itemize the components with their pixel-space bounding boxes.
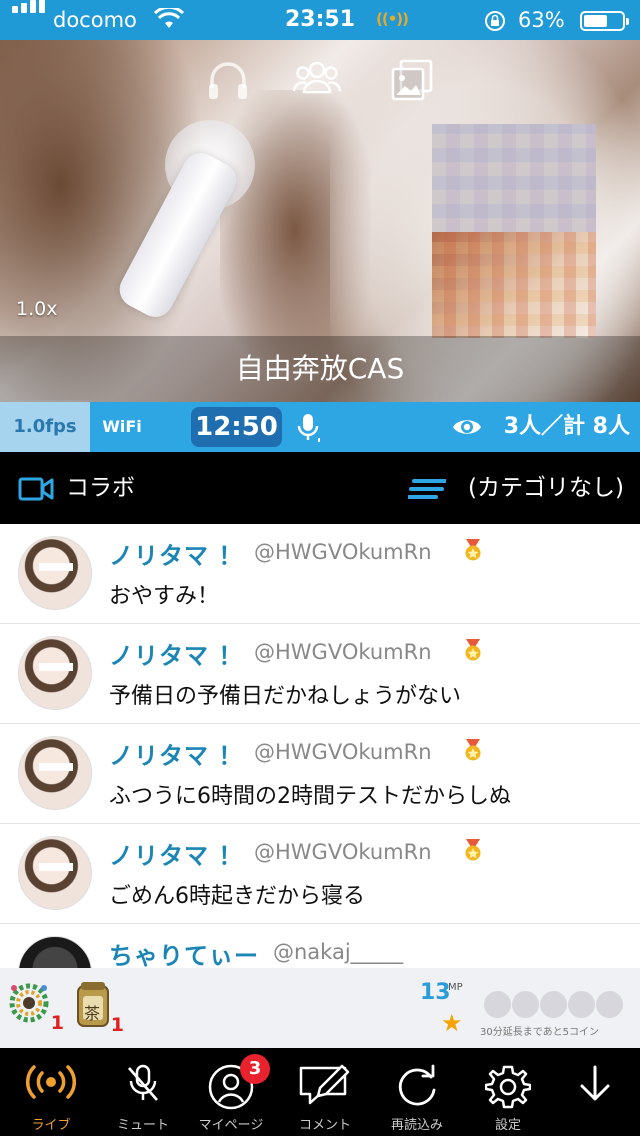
gift-item[interactable]: 1 <box>6 980 64 1034</box>
coin-slot <box>484 991 511 1018</box>
notification-badge: 3 <box>240 1054 270 1084</box>
comment-text: ふつうに6時間の2時間テストだからしぬ <box>109 784 511 809</box>
comment-handle: @HWGVOkumRn <box>254 640 432 664</box>
live-broadcast-icon <box>26 1065 76 1099</box>
broadcast-info-bar: 1.0fps WiFi 12:50 3人／計 8人 <box>0 402 640 452</box>
gear-icon <box>485 1065 531 1109</box>
zoom-level: 1.0x <box>16 298 58 320</box>
avatar[interactable] <box>18 936 92 968</box>
avatar[interactable] <box>18 736 92 810</box>
live-video[interactable]: 1.0x 自由奔放CAS <box>0 40 640 402</box>
comment-edit-icon <box>299 1064 350 1105</box>
coin-extension-note: 30分延長まであと5コイン <box>480 1027 599 1038</box>
gift-count: 1 <box>50 1012 64 1034</box>
battery-percent: 63% <box>518 8 565 32</box>
comment-author[interactable]: ノリタマ ！ <box>109 836 243 871</box>
rotation-lock-icon <box>485 11 505 31</box>
coin-slot <box>596 991 623 1018</box>
wreath-gift-icon <box>9 983 49 1023</box>
medal-badge-icon <box>465 839 481 861</box>
tab-label: ミュート <box>116 1118 169 1133</box>
tab-label: 設定 <box>494 1118 521 1133</box>
broadcast-timer[interactable]: 12:50 <box>191 407 282 447</box>
star-icon[interactable]: ★ <box>441 1009 463 1037</box>
tab-scroll-down[interactable] <box>550 1048 640 1136</box>
battery-icon <box>580 11 629 31</box>
viewer-count: 3人／計 8人 <box>503 414 630 439</box>
comment-handle: @HWGVOkumRn <box>254 840 432 864</box>
tab-comment[interactable]: コメント <box>280 1048 370 1136</box>
status-bar: docomo 23:51 ((•)) 63% <box>0 0 640 40</box>
category-list-icon[interactable] <box>408 478 446 500</box>
comment-handle: @HWGVOkumRn <box>254 540 432 564</box>
category-selector[interactable]: (カテゴリなし) <box>468 452 624 524</box>
mp-label: MP <box>448 982 463 993</box>
comment-item[interactable]: ノリタマ ！ @HWGVOkumRn ごめん6時起きだから寝る <box>0 824 640 924</box>
tab-live[interactable]: ライブ <box>6 1048 96 1136</box>
microphone-icon[interactable] <box>296 413 320 443</box>
comment-author[interactable]: ちゃりてぃー <box>109 936 259 968</box>
tab-reload[interactable]: 再読込み <box>372 1048 462 1136</box>
comment-list[interactable]: ノリタマ ！ @HWGVOkumRn おやすみ！ ノリタマ ！ @HWGVOku… <box>0 524 640 968</box>
tab-label: 再読込み <box>390 1118 443 1133</box>
coin-slot <box>512 991 539 1018</box>
avatar[interactable] <box>18 836 92 910</box>
comment-text: おやすみ！ <box>109 584 220 609</box>
photos-icon[interactable] <box>390 58 434 102</box>
broadcast-title: 自由奔放CAS <box>0 336 640 402</box>
collab-preview-video[interactable] <box>432 124 596 232</box>
collab-preview-video[interactable] <box>432 232 596 338</box>
tab-label: マイページ <box>198 1118 264 1133</box>
video-camera-icon[interactable] <box>18 477 54 501</box>
arrow-down-icon <box>580 1065 610 1101</box>
tab-label: ライブ <box>31 1118 71 1133</box>
viewers-eye-icon <box>453 420 481 434</box>
gift-count: 1 <box>110 1014 124 1036</box>
tab-mypage[interactable]: 3 マイページ <box>186 1048 276 1136</box>
tab-mute[interactable]: ミュート <box>98 1048 188 1136</box>
group-users-icon[interactable] <box>292 58 342 98</box>
comment-author[interactable]: ノリタマ ！ <box>109 736 243 771</box>
avatar[interactable] <box>18 636 92 710</box>
comment-item[interactable]: ノリタマ ！ @HWGVOkumRn 予備日の予備日だかねしょうがない <box>0 624 640 724</box>
medal-badge-icon <box>465 739 481 761</box>
mic-muted-icon <box>127 1064 159 1101</box>
comment-item[interactable]: ちゃりてぃー @nakaj_____ <box>0 924 640 968</box>
tab-label: コメント <box>298 1118 351 1133</box>
collab-category-bar: コラボ (カテゴリなし) <box>0 452 640 524</box>
coin-slot <box>540 991 567 1018</box>
fps-indicator: 1.0fps <box>0 402 90 452</box>
coin-progress <box>484 991 624 1022</box>
tea-gift-label: 茶 <box>84 1004 101 1023</box>
gift-item[interactable]: 茶 1 <box>74 980 124 1036</box>
medal-badge-icon <box>465 539 481 561</box>
bottom-tab-bar: ライブ ミュート 3 マイページ コメント 再読込み 設定 <box>0 1048 640 1136</box>
network-type: WiFi <box>102 417 142 436</box>
comment-handle: @HWGVOkumRn <box>254 740 432 764</box>
gift-bar: 1 茶 1 13 MP ★ 30分延長まであと5コイン <box>0 968 640 1048</box>
comment-author[interactable]: ノリタマ ！ <box>109 536 243 571</box>
mp-value: 13 <box>420 980 451 1005</box>
comment-text: 予備日の予備日だかねしょうがない <box>109 684 462 709</box>
tab-settings[interactable]: 設定 <box>463 1048 553 1136</box>
coin-slot <box>568 991 595 1018</box>
live-indicator-icon: ((•)) <box>376 10 409 28</box>
comment-author[interactable]: ノリタマ ！ <box>109 636 243 671</box>
comment-text: ごめん6時起きだから寝る <box>109 884 365 909</box>
headphones-icon[interactable] <box>205 58 251 102</box>
comment-item[interactable]: ノリタマ ！ @HWGVOkumRn おやすみ！ <box>0 524 640 624</box>
video-controls <box>0 58 640 102</box>
comment-item[interactable]: ノリタマ ！ @HWGVOkumRn ふつうに6時間の2時間テストだからしぬ <box>0 724 640 824</box>
collab-button[interactable]: コラボ <box>66 452 135 524</box>
comment-handle: @nakaj_____ <box>273 940 404 964</box>
reload-icon <box>398 1064 436 1106</box>
medal-badge-icon <box>465 639 481 661</box>
avatar[interactable] <box>18 536 92 610</box>
